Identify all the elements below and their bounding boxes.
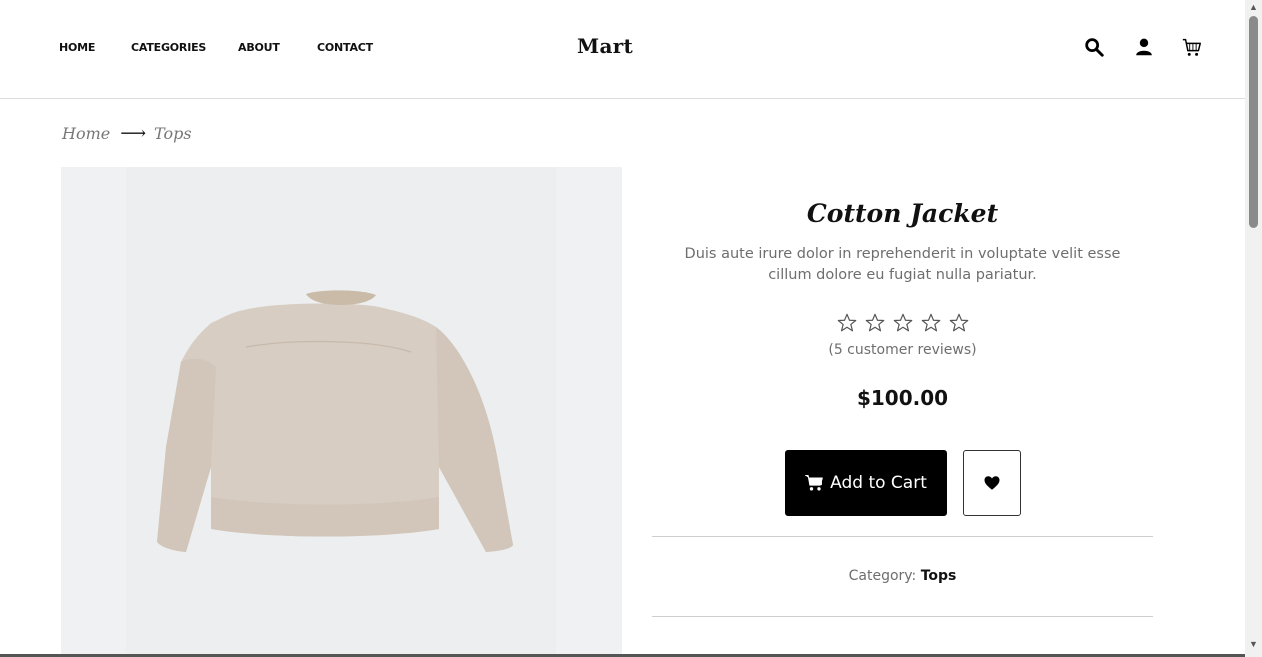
star-icon[interactable] bbox=[920, 312, 942, 334]
scroll-up-icon[interactable]: ▲ bbox=[1249, 3, 1258, 12]
add-to-cart-label: Add to Cart bbox=[830, 473, 927, 493]
nav-contact[interactable]: CONTACT bbox=[317, 41, 373, 54]
nav-categories[interactable]: CATEGORIES bbox=[131, 41, 206, 54]
jacket-image bbox=[157, 290, 513, 552]
wishlist-button[interactable] bbox=[962, 450, 1021, 516]
scroll-down-icon[interactable]: ▼ bbox=[1249, 640, 1258, 649]
page-scrollbar[interactable]: ▲ ▼ bbox=[1245, 0, 1262, 657]
user-icon[interactable] bbox=[1133, 36, 1155, 58]
rating-stars[interactable] bbox=[652, 312, 1153, 334]
breadcrumb-current: Tops bbox=[154, 124, 192, 143]
category-link[interactable]: Tops bbox=[921, 568, 957, 584]
category-label: Category: bbox=[848, 568, 917, 584]
breadcrumb: Home ⟶ Tops bbox=[62, 123, 192, 144]
nav-home[interactable]: HOME bbox=[59, 41, 95, 54]
product-category: Category: Tops bbox=[652, 568, 1153, 616]
breadcrumb-home[interactable]: Home bbox=[62, 124, 110, 143]
site-logo[interactable]: Mart bbox=[577, 34, 633, 58]
heart-icon bbox=[984, 476, 999, 490]
star-icon[interactable] bbox=[864, 312, 886, 334]
star-icon[interactable] bbox=[948, 312, 970, 334]
cart-icon bbox=[805, 475, 823, 491]
product-actions: Add to Cart bbox=[652, 450, 1153, 516]
product-price: $100.00 bbox=[856, 386, 949, 410]
add-to-cart-button[interactable]: Add to Cart bbox=[784, 450, 947, 516]
nav-about[interactable]: ABOUT bbox=[238, 41, 280, 54]
star-icon[interactable] bbox=[892, 312, 914, 334]
breadcrumb-arrow-icon: ⟶ bbox=[120, 123, 147, 144]
search-icon[interactable] bbox=[1083, 36, 1105, 58]
cart-icon[interactable] bbox=[1181, 36, 1203, 58]
divider bbox=[652, 536, 1153, 537]
star-icon[interactable] bbox=[836, 312, 858, 334]
product-image[interactable] bbox=[61, 167, 622, 657]
product-description: Duis aute irure dolor in reprehenderit i… bbox=[684, 246, 1121, 283]
divider bbox=[652, 616, 1153, 617]
product-title: Cotton Jacket bbox=[806, 199, 999, 228]
review-count[interactable]: (5 customer reviews) bbox=[652, 342, 1153, 358]
scrollbar-thumb[interactable] bbox=[1249, 16, 1258, 228]
product-details: Cotton Jacket Duis aute irure dolor in r… bbox=[652, 195, 1153, 617]
site-header: HOME CATEGORIES ABOUT CONTACT Mart bbox=[0, 0, 1245, 99]
